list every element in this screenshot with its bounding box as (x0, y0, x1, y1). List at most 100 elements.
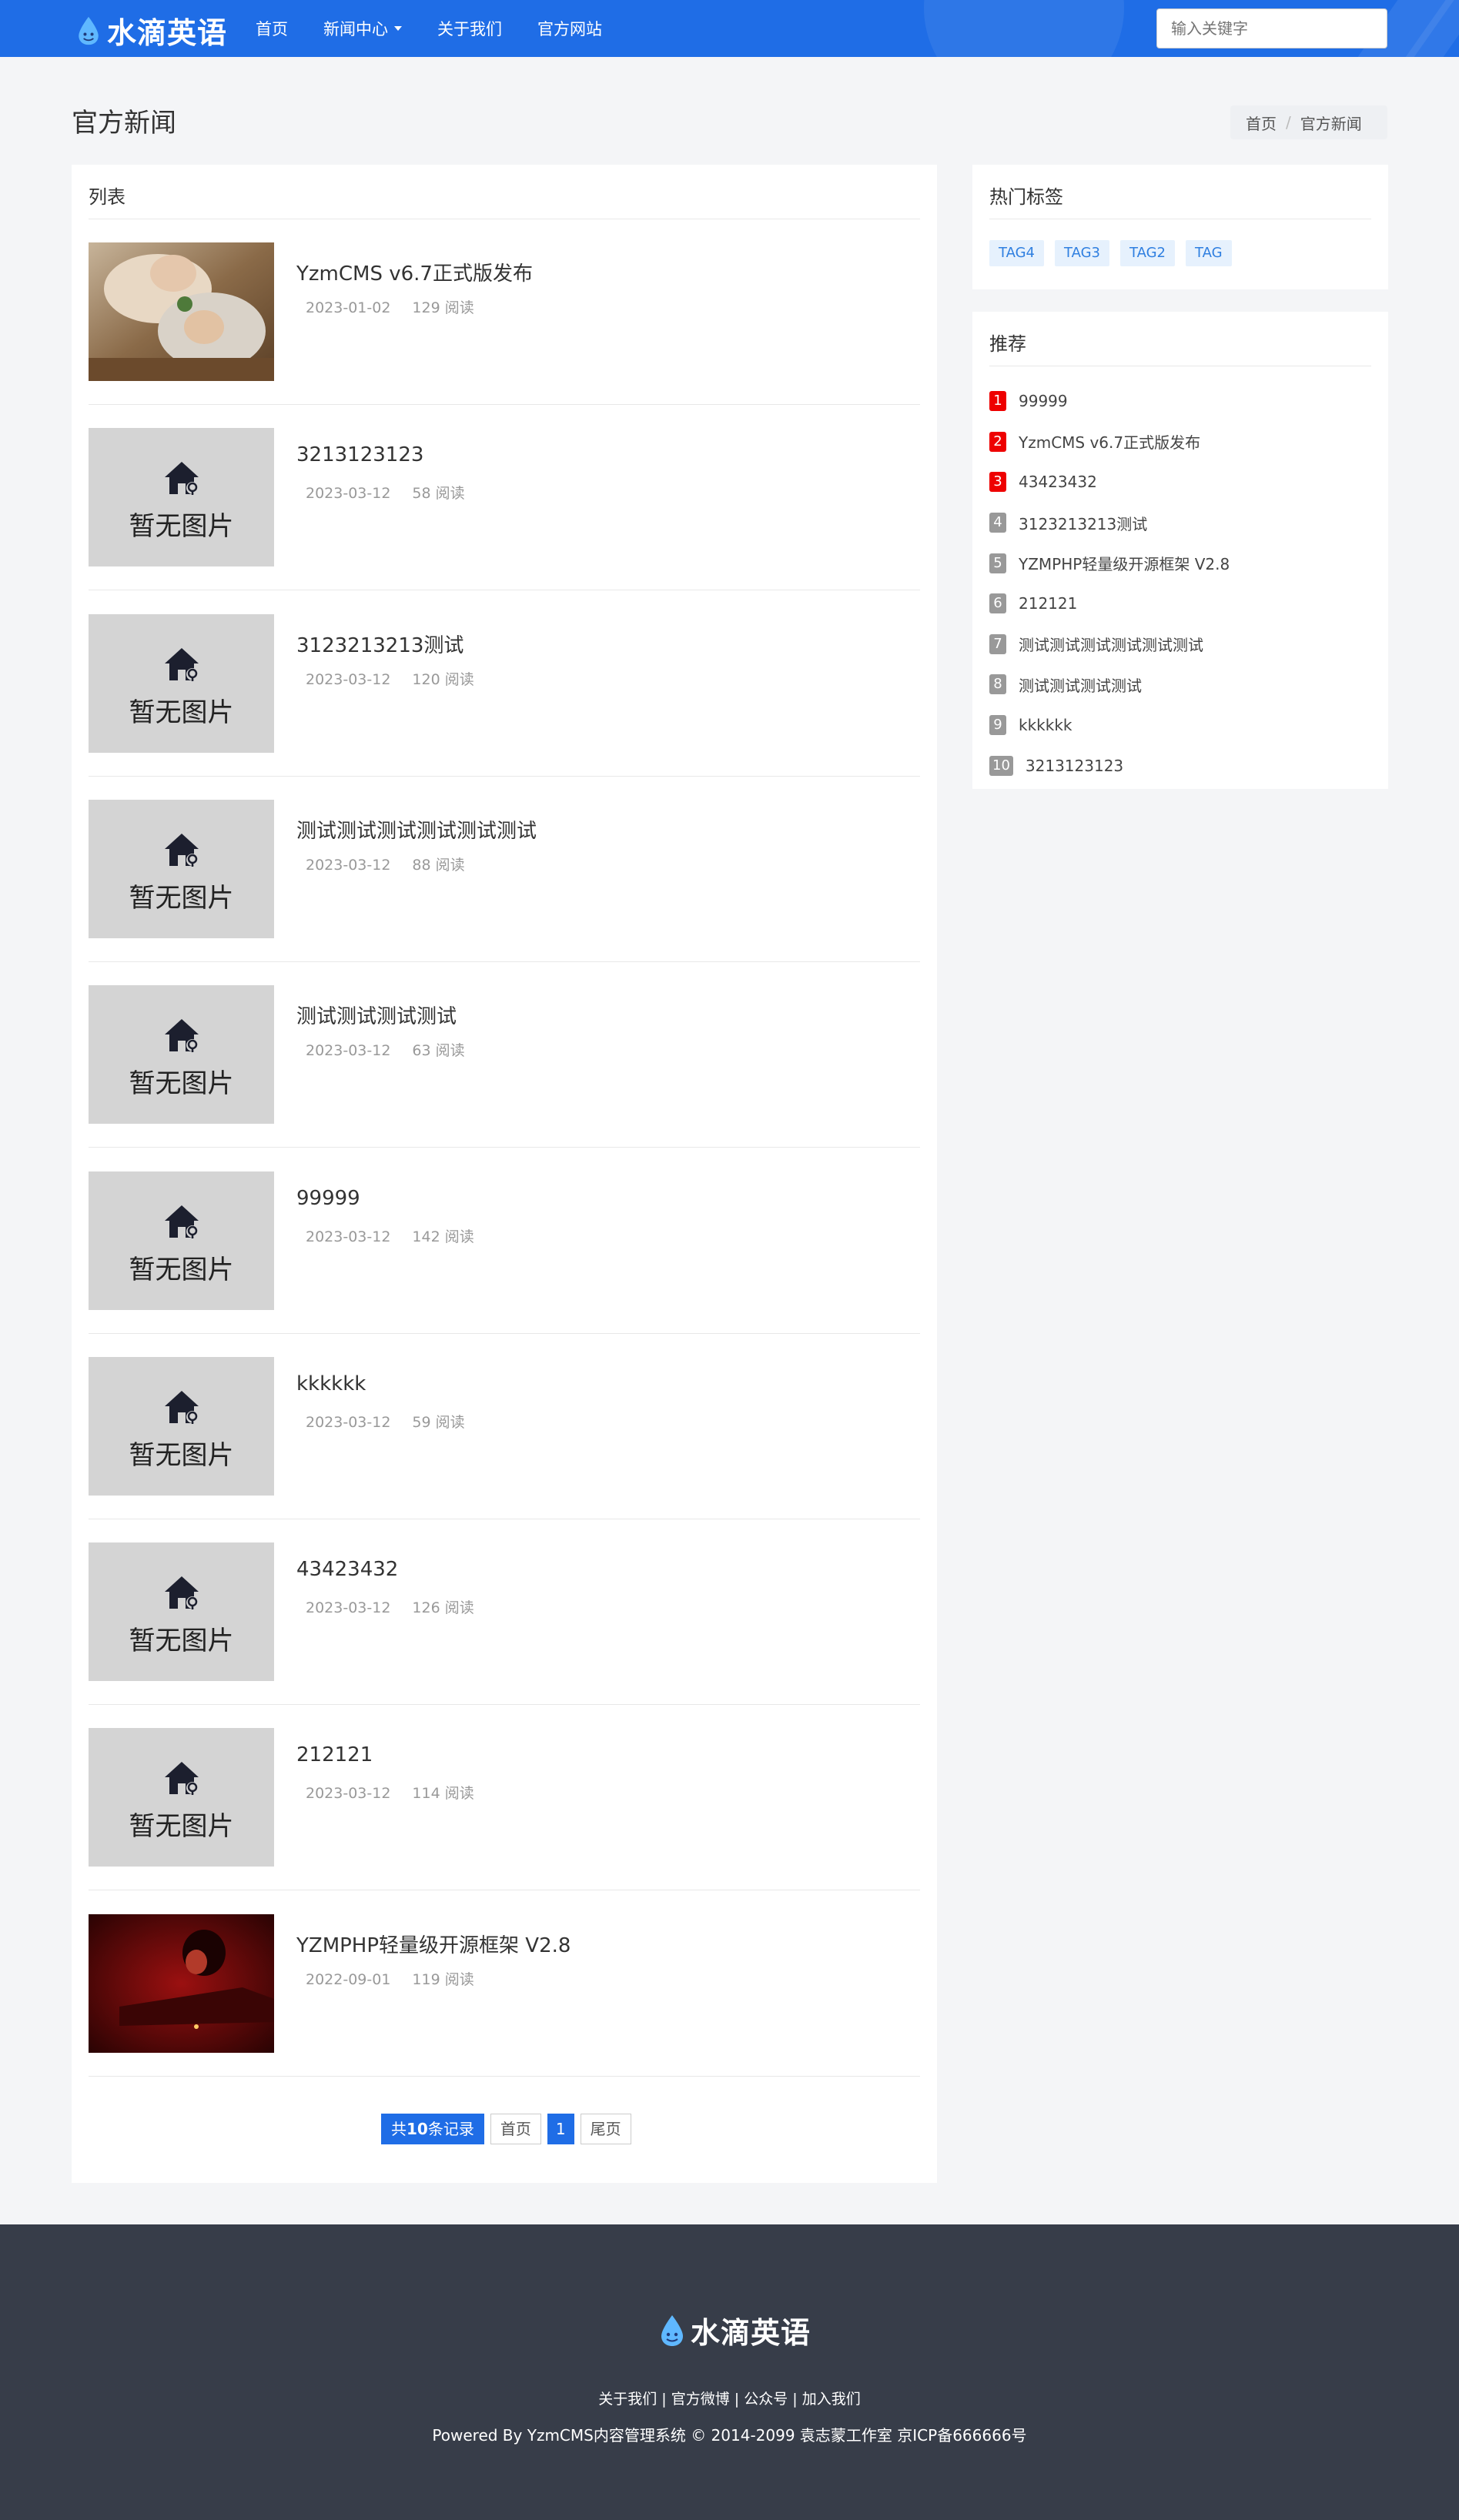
recommend-item[interactable]: 5 YZMPHP轻量级开源框架 V2.8 (989, 543, 1230, 583)
news-title-link[interactable]: 3123213213测试 (296, 630, 463, 658)
news-date: 2022-09-01 (306, 1970, 391, 1988)
news-date: 2023-03-12 (306, 856, 391, 874)
page-title: 官方新闻 (72, 108, 176, 139)
pagination-total-prefix: 共 (391, 2120, 407, 2138)
nav-news-center[interactable]: 新闻中心 (323, 17, 402, 40)
footer-link-weibo[interactable]: 官方微博 (671, 2391, 730, 2408)
list-item[interactable]: 暂无图片 3123213213测试 2023-03-12 120 阅读 (89, 591, 920, 777)
recommend-item[interactable]: 2 YzmCMS v6.7正式版发布 (989, 422, 1230, 463)
home-icon (165, 647, 199, 681)
breadcrumb-separator: / (1286, 113, 1291, 132)
recommend-item[interactable]: 9 kkkkkk (989, 705, 1230, 746)
recommend-title: 99999 (1019, 392, 1068, 411)
news-title-link[interactable]: 3213123123 (296, 443, 423, 466)
news-meta: 2022-09-01 119 阅读 (306, 1968, 474, 1989)
no-image-text: 暂无图片 (129, 1439, 234, 1471)
news-meta: 2023-03-12 88 阅读 (306, 854, 465, 874)
recommend-item[interactable]: 4 3123213213测试 (989, 503, 1230, 543)
news-meta: 2023-03-12 63 阅读 (306, 1039, 465, 1060)
footer: 水滴英语 关于我们 | 官方微博 | 公众号 | 加入我们 Powered By… (0, 2224, 1459, 2520)
footer-link-about[interactable]: 关于我们 (598, 2391, 657, 2408)
home-icon (165, 833, 199, 867)
rank-badge: 5 (989, 553, 1006, 573)
news-title-link[interactable]: YzmCMS v6.7正式版发布 (296, 258, 533, 286)
rank-badge: 7 (989, 633, 1006, 654)
pagination-first[interactable]: 首页 (490, 2114, 541, 2144)
rank-badge: 2 (989, 431, 1006, 452)
news-title-link[interactable]: 99999 (296, 1187, 360, 1210)
news-thumbnail[interactable] (89, 242, 274, 381)
news-thumbnail[interactable]: 暂无图片 (89, 613, 274, 753)
news-title-link[interactable]: 212121 (296, 1743, 373, 1766)
nav-home[interactable]: 首页 (256, 17, 288, 40)
list-item[interactable]: 暂无图片 43423432 2023-03-12 126 阅读 (89, 1519, 920, 1706)
news-thumbnail[interactable]: 暂无图片 (89, 1356, 274, 1496)
news-meta: 2023-03-12 114 阅读 (306, 1782, 474, 1803)
news-thumbnail[interactable] (89, 1913, 274, 2053)
news-views: 129 阅读 (412, 299, 474, 316)
news-thumbnail[interactable]: 暂无图片 (89, 985, 274, 1125)
no-image-text: 暂无图片 (129, 1254, 234, 1285)
news-title-link[interactable]: 测试测试测试测试 (296, 1001, 457, 1029)
list-item[interactable]: 暂无图片 测试测试测试测试测试测试 2023-03-12 88 阅读 (89, 777, 920, 962)
main-nav: 首页 新闻中心 关于我们 官方网站 (256, 0, 637, 57)
news-title-link[interactable]: YZMPHP轻量级开源框架 V2.8 (296, 1930, 571, 1958)
news-title-link[interactable]: 43423432 (296, 1558, 398, 1581)
no-image-text: 暂无图片 (129, 1626, 234, 1657)
rank-badge: 6 (989, 593, 1006, 614)
news-views: 59 阅读 (412, 1413, 465, 1431)
list-item[interactable]: 暂无图片 kkkkkk 2023-03-12 59 阅读 (89, 1334, 920, 1519)
news-thumbnail[interactable]: 暂无图片 (89, 799, 274, 938)
list-item[interactable]: 暂无图片 99999 2023-03-12 142 阅读 (89, 1148, 920, 1334)
header-decoration (924, 0, 1124, 57)
recommend-item[interactable]: 10 3213123123 (989, 745, 1230, 786)
list-item[interactable]: YzmCMS v6.7正式版发布 2023-01-02 129 阅读 (89, 219, 920, 405)
pagination-total-suffix: 条记录 (427, 2120, 474, 2138)
news-title-link[interactable]: 测试测试测试测试测试测试 (296, 815, 537, 844)
news-thumbnail[interactable]: 暂无图片 (89, 1728, 274, 1867)
news-photo (89, 242, 274, 381)
list-item[interactable]: 暂无图片 212121 2023-03-12 114 阅读 (89, 1705, 920, 1891)
list-item[interactable]: 暂无图片 3213123123 2023-03-12 58 阅读 (89, 405, 920, 591)
nav-about[interactable]: 关于我们 (437, 17, 502, 40)
news-views: 126 阅读 (412, 1599, 474, 1617)
water-drop-icon (661, 2314, 683, 2346)
pagination-total-count: 10 (407, 2120, 428, 2138)
news-date: 2023-03-12 (306, 485, 391, 503)
site-logo[interactable]: 水滴英语 (75, 9, 227, 52)
news-thumbnail[interactable]: 暂无图片 (89, 428, 274, 567)
nav-official-site[interactable]: 官方网站 (537, 17, 602, 40)
recommend-item[interactable]: 7 测试测试测试测试测试测试 (989, 624, 1230, 665)
news-date: 2023-03-12 (306, 1413, 391, 1431)
search-input[interactable] (1156, 8, 1387, 48)
pagination-current-page[interactable]: 1 (547, 2114, 574, 2144)
breadcrumb-current: 官方新闻 (1300, 114, 1362, 133)
tag-item[interactable]: TAG (1186, 240, 1232, 266)
footer-link-wechat[interactable]: 公众号 (744, 2391, 788, 2408)
list-item[interactable]: YZMPHP轻量级开源框架 V2.8 2022-09-01 119 阅读 (89, 1891, 920, 2077)
no-image-text: 暂无图片 (129, 1068, 234, 1100)
news-title-link[interactable]: kkkkkk (296, 1372, 366, 1395)
no-image-text: 暂无图片 (129, 511, 234, 543)
recommend-title: 测试测试测试测试 (1019, 676, 1142, 695)
news-thumbnail[interactable]: 暂无图片 (89, 1171, 274, 1310)
footer-link-join[interactable]: 加入我们 (802, 2391, 861, 2408)
recommend-item[interactable]: 1 99999 (989, 381, 1230, 422)
recommend-title: 测试测试测试测试测试测试 (1019, 636, 1203, 655)
tag-item[interactable]: TAG3 (1055, 240, 1109, 266)
tag-item[interactable]: TAG4 (989, 240, 1044, 266)
recommend-item[interactable]: 3 43423432 (989, 462, 1230, 503)
breadcrumb-home[interactable]: 首页 (1246, 112, 1277, 134)
list-item[interactable]: 暂无图片 测试测试测试测试 2023-03-12 63 阅读 (89, 962, 920, 1148)
no-image-text: 暂无图片 (129, 1811, 234, 1843)
news-views: 58 阅读 (412, 485, 465, 503)
recommend-item[interactable]: 6 212121 (989, 583, 1230, 624)
tag-item[interactable]: TAG2 (1120, 240, 1175, 266)
pagination-last[interactable]: 尾页 (580, 2114, 631, 2144)
news-meta: 2023-03-12 126 阅读 (306, 1596, 474, 1617)
news-photo (89, 1913, 274, 2053)
water-drop-icon (79, 16, 99, 45)
recommend-item[interactable]: 8 测试测试测试测试 (989, 664, 1230, 705)
news-date: 2023-03-12 (306, 1785, 391, 1803)
news-thumbnail[interactable]: 暂无图片 (89, 1542, 274, 1682)
